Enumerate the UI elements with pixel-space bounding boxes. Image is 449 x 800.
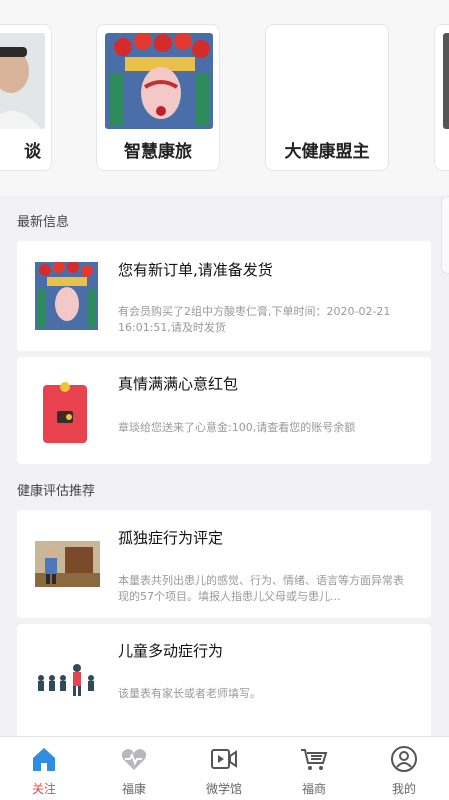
tab-label: 我的 bbox=[391, 782, 416, 796]
side-panel-edge bbox=[441, 196, 449, 274]
carousel-card-partial[interactable] bbox=[434, 24, 449, 171]
item-title: 您有新订单,请准备发货 bbox=[118, 261, 273, 279]
list-item-autism-assessment[interactable]: 孤独症行为评定 本量表共列出患儿的感觉、行为、情绪、语言等方面异常表现的57个项… bbox=[17, 510, 431, 618]
opera-mask-thumbnail bbox=[35, 262, 98, 330]
item-description: 本量表共列出患儿的感觉、行为、情绪、语言等方面异常表现的57个项目。填报人指患儿… bbox=[118, 574, 404, 603]
carousel-card-label: 智慧康旅 bbox=[124, 142, 192, 162]
red-envelope-icon bbox=[35, 375, 95, 447]
carousel-card-health-leader[interactable]: 大健康盟主 bbox=[265, 24, 389, 171]
carousel-card-portrait[interactable]: 谈 bbox=[0, 24, 52, 171]
children-group-image bbox=[35, 658, 101, 700]
section-title-latest: 最新信息 bbox=[17, 215, 70, 230]
list-item-red-envelope[interactable]: 真情满满心意红包 章琰给您送来了心意金:100,请查看您的账号余额 bbox=[17, 357, 431, 464]
tab-label: 关注 bbox=[31, 782, 56, 796]
carousel-card-label: 谈 bbox=[24, 142, 41, 162]
tab-micro-school[interactable]: 微学馆 bbox=[189, 737, 259, 800]
heart-icon bbox=[121, 749, 147, 770]
home-icon bbox=[33, 748, 55, 771]
child-chair-image bbox=[35, 541, 100, 587]
feature-carousel[interactable]: 谈 智慧康旅 大健康盟主 bbox=[0, 0, 449, 196]
tab-mine[interactable]: 我的 bbox=[369, 737, 439, 800]
item-description: 有会员购买了2组中方酸枣仁膏,下单时间：2020-02-21 16:01:51,… bbox=[118, 305, 391, 334]
video-icon bbox=[211, 749, 237, 769]
carousel-card-wisdom-travel[interactable]: 智慧康旅 bbox=[96, 24, 220, 171]
cart-icon bbox=[301, 749, 328, 770]
item-description: 章琰给您送来了心意金:100,请查看您的账号余额 bbox=[118, 421, 356, 434]
item-description: 该量表有家长或者老师填写。 bbox=[118, 687, 261, 700]
tab-label: 福商 bbox=[301, 782, 326, 796]
tab-label: 福康 bbox=[121, 782, 146, 796]
tab-label: 微学馆 bbox=[205, 782, 242, 796]
bottom-tab-bar: 关注 福康 微学馆 福商 我的 bbox=[0, 736, 449, 800]
carousel-card-label: 大健康盟主 bbox=[284, 142, 370, 162]
tab-fushang[interactable]: 福商 bbox=[279, 737, 349, 800]
tab-follow[interactable]: 关注 bbox=[9, 737, 79, 800]
opera-mask-image bbox=[105, 33, 213, 129]
item-title: 真情满满心意红包 bbox=[118, 375, 239, 393]
item-title: 儿童多动症行为 bbox=[118, 642, 224, 660]
list-item-order[interactable]: 您有新订单,请准备发货 有会员购买了2组中方酸枣仁膏,下单时间：2020-02-… bbox=[17, 241, 431, 351]
list-item-adhd-assessment[interactable]: 儿童多动症行为 该量表有家长或者老师填写。 bbox=[17, 624, 431, 736]
portrait-image bbox=[0, 33, 45, 129]
user-icon bbox=[391, 746, 417, 772]
section-title-recommend: 健康评估推荐 bbox=[17, 484, 96, 499]
tab-fukang[interactable]: 福康 bbox=[99, 737, 169, 800]
partial-card-image bbox=[443, 33, 449, 129]
item-title: 孤独症行为评定 bbox=[118, 529, 224, 547]
